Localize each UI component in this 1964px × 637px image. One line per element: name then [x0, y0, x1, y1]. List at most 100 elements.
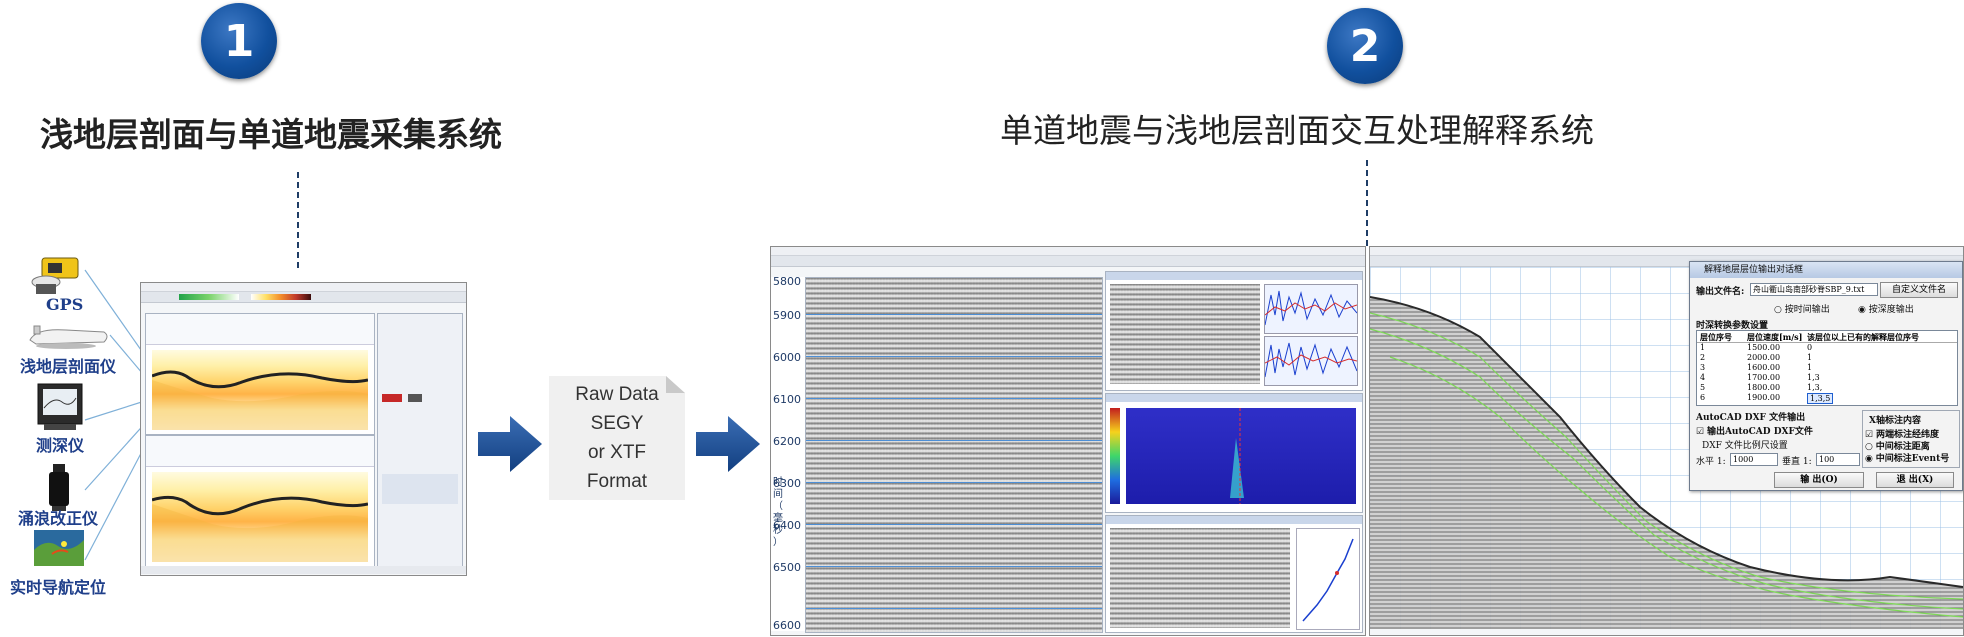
time-tick: 6600	[773, 619, 801, 632]
table-cell: 2000.00	[1747, 353, 1781, 362]
step2-dashed-connector	[1366, 160, 1368, 246]
table-cell: 1500.00	[1747, 343, 1781, 352]
time-tick: 6500	[773, 561, 801, 574]
output-horizons-dialog: 解释地层层位输出对话框 输出文件名: 舟山衢山岛南部砂脊SBP_9.txt 自定…	[1689, 261, 1963, 491]
table-header-cell: 层位速度[m/s]	[1747, 332, 1803, 342]
radio-by-time-label: 按时间输出	[1784, 305, 1830, 315]
proc-frequency-filtering-window	[1105, 271, 1363, 391]
step1-badge: 1	[201, 3, 277, 79]
time-tick: 5900	[773, 309, 801, 322]
table-cell: 2	[1700, 353, 1706, 362]
vertical-scale-label: 垂直 1:	[1782, 457, 1812, 467]
table-cell: 3	[1700, 363, 1706, 372]
output-button[interactable]: 输 出(O)	[1774, 472, 1864, 488]
radio-by-time[interactable]: ○ 按时间输出	[1774, 302, 1830, 315]
table-row[interactable]: 4 1700.00 1,3	[1697, 373, 1957, 383]
opt-event-label: 中间标注Event号	[1875, 454, 1950, 464]
step1-badge-number: 1	[223, 15, 255, 67]
time-axis-label-char: 秒	[773, 525, 783, 536]
vertical-scale-field[interactable]: 100	[1816, 453, 1860, 466]
proc-main-seismic-section	[805, 277, 1103, 633]
output-dxf-checkbox-label: 输出AutoCAD DXF文件	[1706, 427, 1813, 437]
echo-sounder-icon	[36, 382, 84, 432]
table-row[interactable]: 5 1800.00 1,3,	[1697, 383, 1957, 393]
table-row[interactable]: 2 2000.00 1	[1697, 353, 1957, 363]
time-axis-label: 时 间 （ 毫 秒 ）	[773, 477, 785, 549]
step2-badge-number: 2	[1349, 20, 1381, 72]
x-axis-content-label: X轴标注内容	[1869, 416, 1921, 426]
interpretation-software-window: 解释地层层位输出对话框 输出文件名: 舟山衢山岛南部砂脊SBP_9.txt 自定…	[1369, 246, 1964, 636]
step2-badge: 2	[1327, 8, 1403, 84]
table-cell: 5	[1700, 383, 1706, 392]
x-axis-annotation-group: X轴标注内容 ☑ 两端标注经纬度 ○ 中间标注距离 ◉ 中间标注Event号	[1862, 410, 1960, 468]
time-tick: 6200	[773, 435, 801, 448]
acquisition-software-window	[140, 282, 467, 576]
table-cell: 1,3	[1807, 373, 1820, 382]
table-cell: 1,3,	[1807, 383, 1823, 392]
table-cell: 1900.00	[1747, 393, 1781, 402]
acq-lower-profile-panel	[145, 435, 375, 567]
output-file-label: 输出文件名:	[1696, 287, 1745, 297]
output-dxf-checkbox[interactable]: ☑ 输出AutoCAD DXF文件	[1696, 424, 1813, 437]
dxf-scale-label: DXF 文件比例尺设置	[1702, 441, 1788, 451]
data-format-line-3: or XTF	[587, 442, 647, 463]
table-cell: 1800.00	[1747, 383, 1781, 392]
output-file-field[interactable]: 舟山衢山岛南部砂脊SBP_9.txt	[1750, 283, 1878, 296]
interp-menubar	[1370, 247, 1963, 256]
towfish-sub-bottom-profiler-icon	[26, 320, 110, 352]
device-label-echo: 测深仪	[36, 436, 85, 455]
data-format-line-1: Raw Data	[575, 384, 659, 405]
table-cell: 1600.00	[1747, 363, 1781, 372]
horizon-velocity-table: 层位序号 层位速度[m/s] 该层位以上已有的解释层位序号 1 1500.00 …	[1696, 330, 1958, 406]
table-row[interactable]: 3 1600.00 1	[1697, 363, 1957, 373]
table-cell: 4	[1700, 373, 1706, 382]
table-cell: 1700.00	[1747, 373, 1781, 382]
acq-toolbar	[141, 292, 466, 303]
table-cell: 0	[1807, 343, 1813, 352]
arrow-to-processing-icon	[696, 416, 760, 472]
dxf-section-label: AutoCAD DXF 文件输出	[1696, 413, 1806, 423]
time-tick: 6100	[773, 393, 801, 406]
exit-button[interactable]: 退 出(X)	[1876, 472, 1954, 488]
acq-control-panel	[377, 313, 463, 567]
table-header-cell: 层位序号	[1700, 332, 1732, 342]
device-label-profiler: 浅地层剖面仪	[20, 357, 117, 376]
device-label-heave: 涌浪改正仪	[18, 509, 99, 528]
arrow-to-data-icon	[478, 416, 542, 472]
table-row[interactable]: 6 1900.00 1,3,5	[1697, 393, 1957, 404]
step2-title: 单道地震与浅地层剖面交互处理解释系统	[1000, 111, 1594, 150]
device-label-gps: GPS	[46, 295, 84, 314]
acq-menubar	[141, 283, 466, 292]
opt-event-radio[interactable]: ◉ 中间标注Event号	[1865, 451, 1949, 464]
table-row[interactable]: 1 1500.00 0	[1697, 343, 1957, 353]
gps-receiver-icon	[28, 254, 88, 296]
time-tick: 5800	[773, 275, 801, 288]
table-cell: 1	[1807, 363, 1813, 372]
acq-statusbar	[141, 566, 466, 574]
step1-title: 浅地层剖面与单道地震采集系统	[40, 115, 502, 154]
acq-upper-profile-panel	[145, 313, 375, 435]
processing-software-window: 5800 5900 6000 6100 6200 6300 6400 6500 …	[770, 246, 1366, 636]
dialog-title: 解释地层层位输出对话框	[1690, 262, 1962, 278]
time-axis-label-char: （	[773, 501, 783, 512]
custom-filename-button[interactable]: 自定义文件名	[1880, 282, 1958, 298]
radio-by-depth-label: 按深度输出	[1868, 305, 1914, 315]
time-tick: 6000	[773, 351, 801, 364]
table-header-row: 层位序号 层位速度[m/s] 该层位以上已有的解释层位序号	[1697, 332, 1957, 343]
radio-by-depth[interactable]: ◉ 按深度输出	[1858, 302, 1914, 315]
table-cell: 1	[1807, 353, 1813, 362]
table-cell: 6	[1700, 393, 1706, 402]
device-label-navigation: 实时导航定位	[10, 578, 107, 597]
navigation-map-icon	[34, 530, 84, 566]
table-cell-editing[interactable]: 1,3,5	[1807, 393, 1834, 404]
data-format-document-icon: Raw Data SEGY or XTF Format	[549, 376, 685, 500]
step1-dashed-connector	[297, 172, 299, 268]
time-axis-label-char: 间	[773, 489, 783, 500]
time-axis-label-char: 毫	[773, 513, 783, 524]
proc-menubar	[771, 247, 1365, 256]
proc-time-axis: 5800 5900 6000 6100 6200 6300 6400 6500 …	[771, 275, 805, 632]
data-format-line-4: Format	[586, 471, 648, 492]
horizontal-scale-field[interactable]: 1000	[1730, 453, 1778, 466]
proc-filtering-result-window	[1105, 515, 1363, 633]
table-header-cell: 该层位以上已有的解释层位序号	[1807, 332, 1919, 342]
